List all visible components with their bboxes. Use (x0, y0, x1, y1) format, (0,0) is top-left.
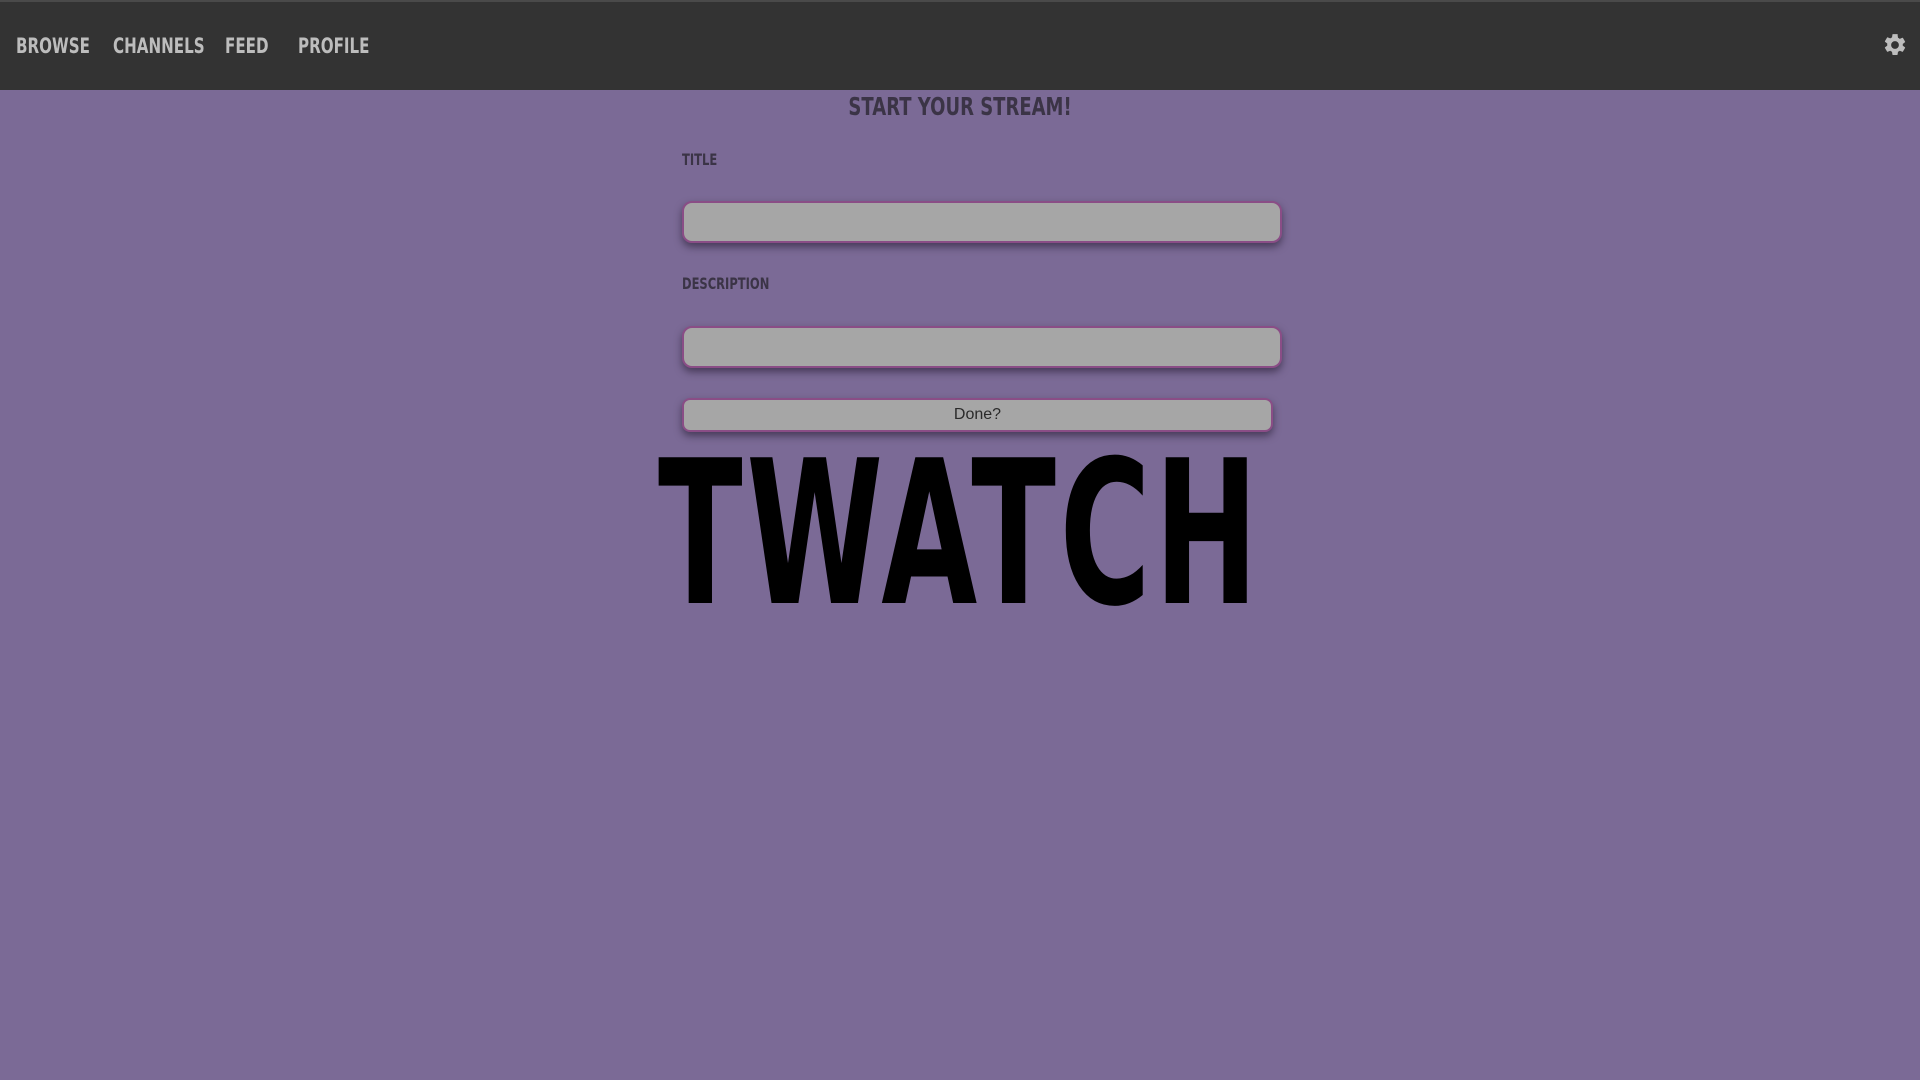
nav-channels-link[interactable]: CHANNELS (113, 34, 205, 58)
page-title: START YOUR STREAM! (0, 92, 1920, 121)
nav-profile-link[interactable]: PROFILE (298, 34, 370, 58)
gear-icon[interactable] (1882, 32, 1908, 58)
title-label: TITLE (682, 150, 718, 169)
nav-feed-link[interactable]: FEED (225, 34, 269, 58)
top-navigation-bar: BROWSE CHANNELS FEED PROFILE (0, 0, 1920, 90)
twatch-logo: TWATCH (0, 435, 1920, 635)
page-title-text: START YOUR STREAM! (848, 92, 1072, 121)
description-label: DESCRIPTION (682, 274, 770, 293)
title-input[interactable] (682, 201, 1282, 243)
description-input[interactable] (682, 326, 1282, 368)
nav-browse-link[interactable]: BROWSE (16, 34, 90, 58)
logo-text: TWATCH (658, 418, 1262, 651)
